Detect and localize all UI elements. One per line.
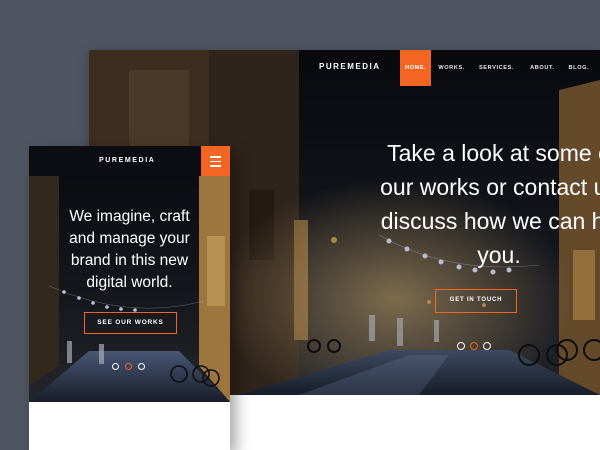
- headline-line: Take a look at some o: [387, 140, 600, 166]
- headline-line: our works or contact us: [380, 174, 600, 200]
- headline-line: brand in this new: [70, 252, 189, 269]
- mobile-hero: PUREMEDIA We imagine, craft and manage y…: [29, 146, 230, 402]
- slider-dot-2[interactable]: [470, 342, 478, 350]
- desktop-hero-headline: Take a look at some o our works or conta…: [319, 136, 600, 272]
- slider-dot-2[interactable]: [125, 363, 132, 370]
- mobile-mockup: PUREMEDIA We imagine, craft and manage y…: [29, 146, 230, 450]
- nav-item-blog[interactable]: BLOG.: [562, 50, 597, 86]
- slider-dot-3[interactable]: [138, 363, 145, 370]
- nav-item-home[interactable]: HOME.: [400, 50, 432, 86]
- slider-dot-1[interactable]: [112, 363, 119, 370]
- headline-line: and manage your: [69, 230, 190, 247]
- slider-dot-1[interactable]: [457, 342, 465, 350]
- slider-dot-3[interactable]: [483, 342, 491, 350]
- headline-line: digital world.: [86, 274, 173, 291]
- see-our-works-button[interactable]: SEE OUR WORKS: [84, 312, 177, 334]
- mobile-slider-dots: [112, 363, 145, 370]
- headline-line: discuss how we can he: [380, 208, 600, 234]
- get-in-touch-button[interactable]: GET IN TOUCH: [435, 289, 517, 313]
- mobile-navbar: PUREMEDIA: [29, 146, 230, 176]
- hamburger-menu-icon[interactable]: [201, 146, 230, 176]
- nav-item-services[interactable]: SERVICES.: [472, 50, 521, 86]
- desktop-slider-dots: [457, 342, 491, 350]
- mobile-hero-headline: We imagine, craft and manage your brand …: [29, 206, 230, 294]
- nav-item-works[interactable]: WORKS.: [431, 50, 472, 86]
- nav-item-about[interactable]: ABOUT.: [521, 50, 561, 86]
- mobile-logo[interactable]: PUREMEDIA: [99, 157, 155, 164]
- desktop-logo[interactable]: PUREMEDIA: [319, 62, 381, 71]
- headline-line: We imagine, craft: [69, 208, 190, 225]
- nav-item-contact[interactable]: CO: [596, 50, 600, 86]
- headline-line: you.: [477, 242, 521, 268]
- desktop-navbar: PUREMEDIA HOME. WORKS. SERVICES. ABOUT. …: [89, 50, 600, 86]
- desktop-nav-menu: HOME. WORKS. SERVICES. ABOUT. BLOG. CO: [400, 50, 600, 86]
